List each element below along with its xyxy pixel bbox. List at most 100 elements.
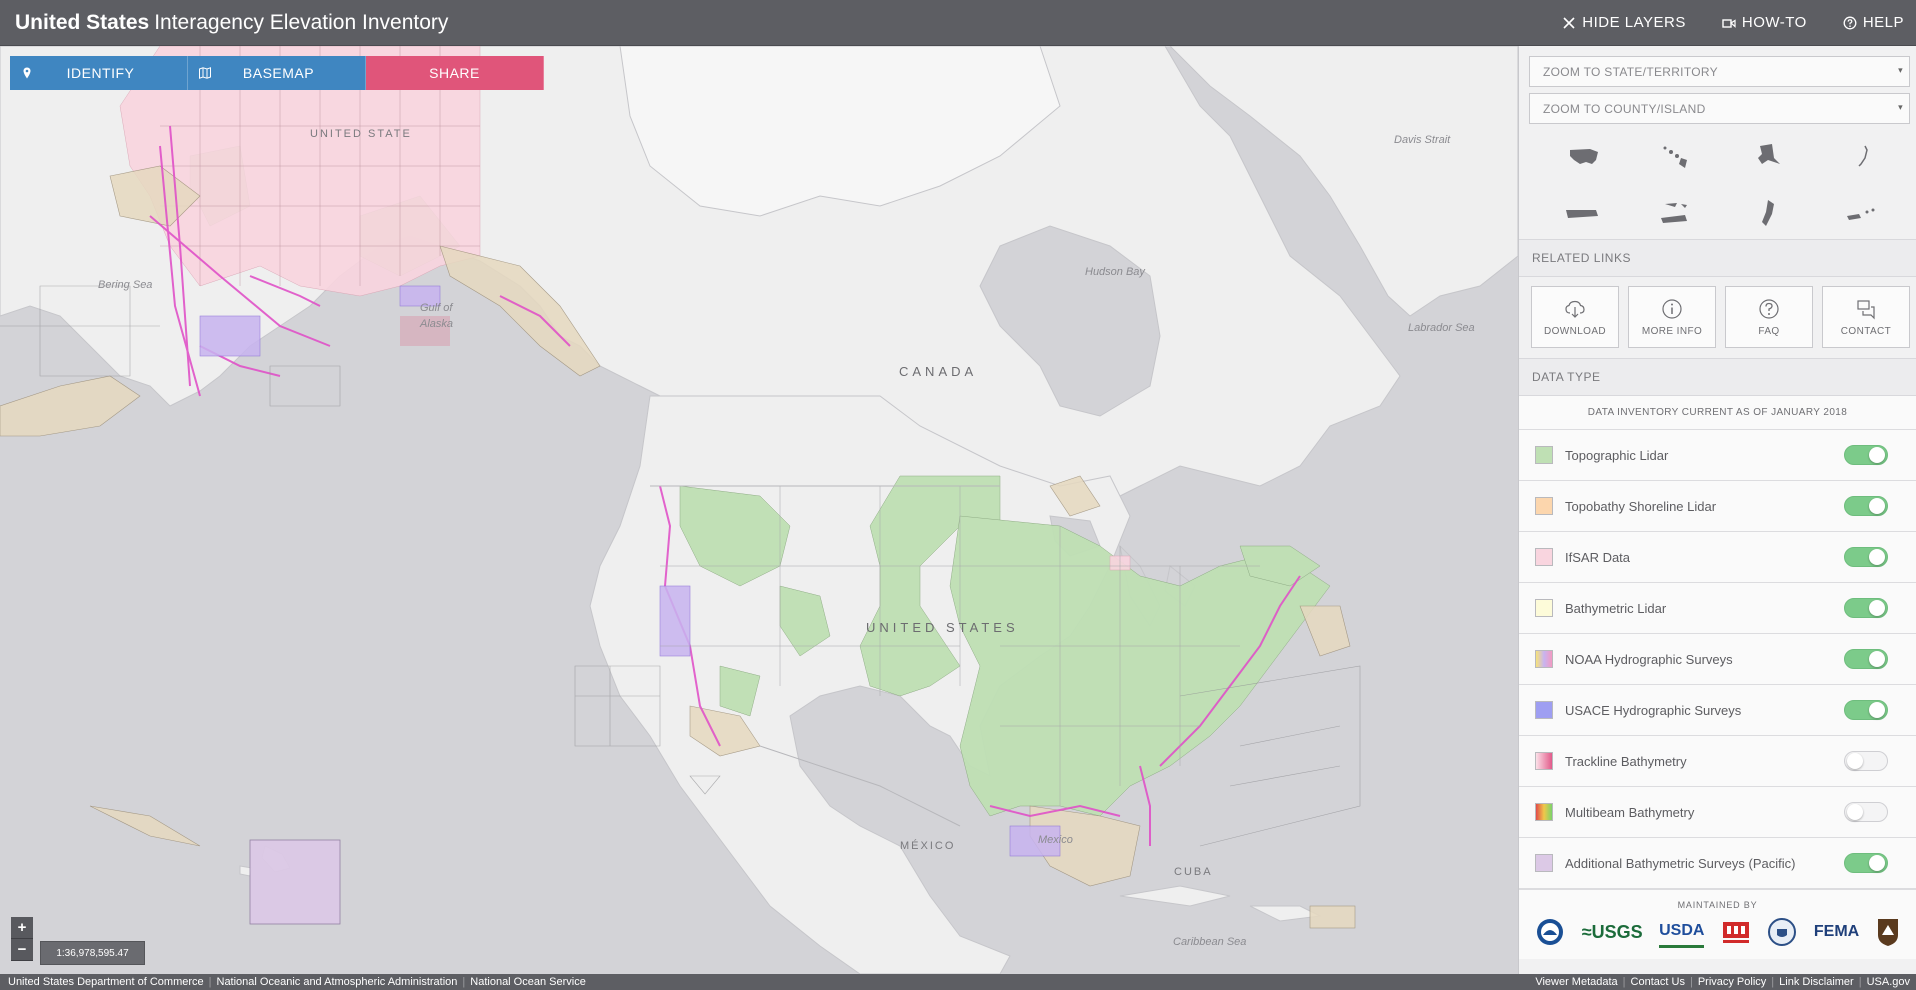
alaska-shape-icon: [1758, 144, 1781, 164]
region-aleutian-button[interactable]: [1815, 134, 1908, 180]
legend-swatch: [1535, 497, 1553, 515]
related-links-heading: RELATED LINKS: [1519, 239, 1916, 277]
app-title-rest: Interagency Elevation Inventory: [154, 10, 449, 34]
layer-toggle[interactable]: [1844, 649, 1888, 669]
contact-label: CONTACT: [1840, 325, 1892, 337]
chevron-down-icon: ▾: [1898, 65, 1903, 75]
data-type-row: NOAA Hydrographic Surveys: [1519, 634, 1916, 685]
region-puerto-rico-button[interactable]: [1535, 190, 1628, 236]
legend-swatch: [1535, 803, 1553, 821]
share-label: SHARE: [429, 65, 480, 81]
region-alaska-button[interactable]: [1722, 134, 1815, 180]
footer-link-privacy[interactable]: Privacy Policy: [1698, 976, 1766, 988]
label-davis-strait: Davis Strait: [1394, 134, 1451, 146]
zoom-to-state-placeholder: ZOOM TO STATE/TERRITORY: [1543, 64, 1718, 79]
identify-label: IDENTIFY: [66, 65, 135, 81]
label-canada: CANADA: [899, 364, 978, 379]
data-type-row: IfSAR Data: [1519, 532, 1916, 583]
footer-link-noaa[interactable]: National Oceanic and Atmospheric Adminis…: [217, 976, 458, 988]
chat-bubbles-icon: [1857, 299, 1875, 319]
region-cnmi-button[interactable]: [1815, 190, 1908, 236]
more-info-label: MORE INFO: [1641, 325, 1703, 337]
legend-swatch: [1535, 854, 1553, 872]
noaa-logo[interactable]: [1535, 916, 1565, 948]
region-guam-button[interactable]: [1722, 190, 1815, 236]
nps-logo[interactable]: [1876, 916, 1900, 948]
fema-logo[interactable]: FEMA: [1814, 916, 1859, 948]
footer-link-contact[interactable]: Contact Us: [1631, 976, 1685, 988]
zoom-out-button[interactable]: −: [11, 939, 33, 961]
video-camera-icon: [1722, 18, 1736, 28]
layer-toggle[interactable]: [1844, 598, 1888, 618]
map-pin-icon: [23, 67, 31, 79]
usace-logo[interactable]: [1721, 916, 1751, 948]
layer-toggle[interactable]: [1844, 547, 1888, 567]
layer-toggle[interactable]: [1844, 751, 1888, 771]
region-virgin-islands-button[interactable]: [1628, 190, 1721, 236]
basemap-graphic: [0, 46, 1518, 974]
label-labrador-sea: Labrador Sea: [1408, 322, 1475, 334]
cloud-download-icon: [1565, 300, 1585, 318]
legend-swatch: [1535, 650, 1553, 668]
download-button[interactable]: DOWNLOAD: [1531, 286, 1619, 348]
contact-button[interactable]: CONTACT: [1822, 286, 1910, 348]
agency-logos: ≈USGS USDA FEMA: [1519, 910, 1916, 948]
data-type-label: IfSAR Data: [1565, 549, 1631, 565]
maintained-by-label: MAINTAINED BY: [1677, 900, 1758, 910]
app-title-bold: United States: [15, 10, 150, 34]
layer-toggle[interactable]: [1844, 853, 1888, 873]
data-type-label: Bathymetric Lidar: [1565, 600, 1667, 616]
dhs-seal-logo[interactable]: [1767, 916, 1797, 948]
zoom-in-button[interactable]: +: [11, 917, 33, 939]
map-canvas[interactable]: CANADA UNITED STATES UNITED STATE MÉXICO…: [0, 46, 1518, 974]
label-mexico: MÉXICO: [900, 840, 956, 852]
faq-button[interactable]: FAQ: [1725, 286, 1813, 348]
data-type-row: Bathymetric Lidar: [1519, 583, 1916, 634]
footer-link-nos[interactable]: National Ocean Service: [470, 976, 586, 988]
share-button[interactable]: SHARE: [366, 56, 544, 90]
data-type-row: Topobathy Shoreline Lidar: [1519, 481, 1916, 532]
footer-link-commerce[interactable]: United States Department of Commerce: [8, 976, 204, 988]
footer-link-metadata[interactable]: Viewer Metadata: [1535, 976, 1617, 988]
guam-shape-icon: [1762, 199, 1775, 226]
data-type-row: Topographic Lidar: [1519, 430, 1916, 481]
how-to-label: HOW-TO: [1741, 14, 1807, 31]
footer-link-usagov[interactable]: USA.gov: [1867, 976, 1910, 988]
map-fold-icon: [199, 67, 211, 79]
question-circle-icon: [1759, 298, 1779, 319]
layer-toggle[interactable]: [1844, 445, 1888, 465]
legend-swatch: [1535, 752, 1553, 770]
app-title: United States Interagency Elevation Inven…: [15, 11, 448, 35]
region-conus-button[interactable]: [1535, 134, 1628, 180]
footer-link-disclaimer[interactable]: Link Disclaimer: [1779, 976, 1854, 988]
zoom-controls: + −: [11, 917, 33, 961]
zoom-to-state-select[interactable]: ZOOM TO STATE/TERRITORY ▾: [1529, 56, 1910, 87]
data-type-label: NOAA Hydrographic Surveys: [1565, 651, 1733, 667]
label-alaska-us: UNITED STATE: [310, 128, 412, 140]
basemap-button[interactable]: BASEMAP: [188, 56, 366, 90]
hide-layers-button[interactable]: HIDE LAYERS: [1562, 14, 1686, 31]
zoom-to-county-select[interactable]: ZOOM TO COUNTY/ISLAND ▾: [1529, 93, 1910, 124]
layer-toggle[interactable]: [1844, 496, 1888, 516]
usgs-logo[interactable]: ≈USGS: [1582, 916, 1643, 948]
help-label: HELP: [1862, 14, 1904, 31]
hawaii-shape-icon: [1663, 146, 1687, 168]
label-cuba: CUBA: [1174, 866, 1213, 878]
label-gulf-of-alaska-1: Gulf of: [420, 302, 453, 314]
legend-swatch: [1535, 548, 1553, 566]
region-hawaii-button[interactable]: [1628, 134, 1721, 180]
help-button[interactable]: HELP: [1843, 14, 1904, 31]
map-scale: 1:36,978,595.47: [40, 941, 145, 965]
layer-toggle[interactable]: [1844, 700, 1888, 720]
data-type-label: Trackline Bathymetry: [1565, 753, 1687, 769]
usda-logo[interactable]: USDA: [1659, 916, 1705, 948]
more-info-button[interactable]: MORE INFO: [1628, 286, 1716, 348]
conus-shape-icon: [1569, 149, 1598, 164]
identify-button[interactable]: IDENTIFY: [10, 56, 188, 90]
layer-toggle[interactable]: [1844, 802, 1888, 822]
label-united-states: UNITED STATES: [866, 620, 1019, 635]
label-gulf-mexico: Mexico: [1038, 834, 1073, 846]
how-to-button[interactable]: HOW-TO: [1722, 14, 1807, 31]
chevron-down-icon: ▾: [1898, 102, 1903, 112]
layers-panel: ZOOM TO STATE/TERRITORY ▾ ZOOM TO COUNTY…: [1518, 46, 1916, 974]
